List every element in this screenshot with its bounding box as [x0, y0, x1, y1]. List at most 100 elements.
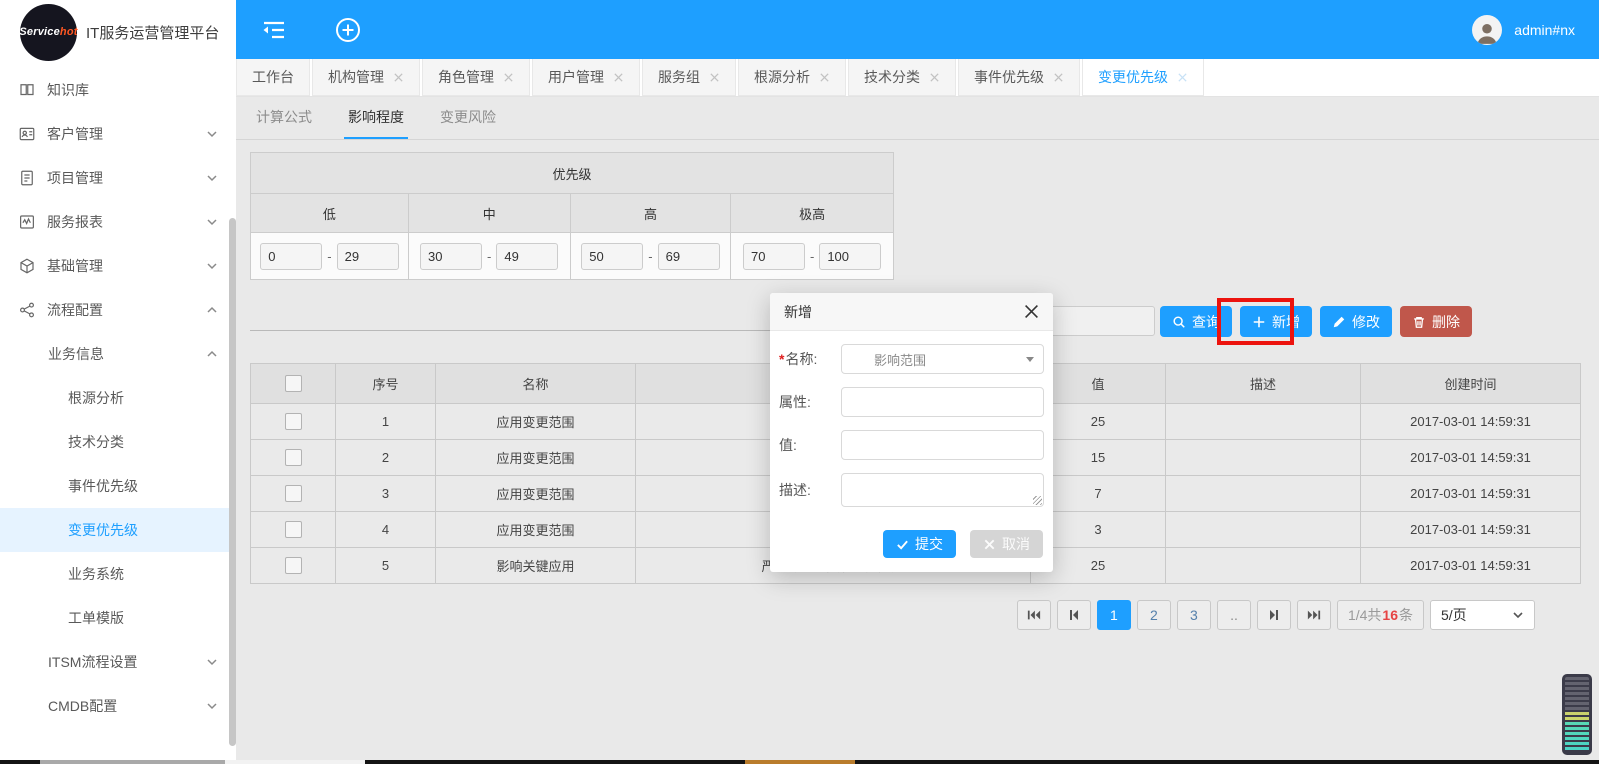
priority-level-critical: 极高	[731, 194, 894, 233]
close-icon[interactable]	[503, 72, 514, 83]
critical-max-input[interactable]	[819, 243, 881, 270]
add-button[interactable]: 新增	[1240, 306, 1312, 337]
low-min-input[interactable]	[260, 243, 322, 270]
page-button-1[interactable]: 1	[1097, 600, 1131, 630]
row-checkbox[interactable]	[285, 521, 302, 538]
cancel-button[interactable]: 取消	[970, 530, 1043, 558]
sidebar-item-tech-category[interactable]: 技术分类	[0, 420, 236, 464]
app-window: Servicehot IT服务运营管理平台 知识库 客户管理 项目管理 服务报表	[0, 0, 1599, 764]
user-area[interactable]: admin#nx	[1472, 15, 1575, 45]
low-max-input[interactable]	[337, 243, 399, 270]
tab-role-mgmt[interactable]: 角色管理	[422, 59, 530, 96]
page-size-select[interactable]: 5/页	[1430, 600, 1535, 630]
cell-name: 影响关键应用	[436, 548, 636, 584]
row-checkbox[interactable]	[285, 485, 302, 502]
chevron-down-icon	[206, 656, 218, 668]
sidebar-item-label: 业务信息	[48, 344, 104, 364]
row-checkbox[interactable]	[285, 449, 302, 466]
tab-incident-priority[interactable]: 事件优先级	[958, 59, 1080, 96]
sidebar-item-ticket-template[interactable]: 工单模版	[0, 596, 236, 640]
tab-change-priority[interactable]: 变更优先级	[1082, 59, 1204, 96]
delete-button[interactable]: 删除	[1400, 306, 1472, 337]
tab-root-cause[interactable]: 根源分析	[738, 59, 846, 96]
range-separator: -	[327, 249, 331, 264]
description-textarea[interactable]	[841, 473, 1044, 507]
select-all-checkbox[interactable]	[285, 375, 302, 392]
close-icon[interactable]	[929, 72, 940, 83]
page-ellipsis[interactable]: ..	[1217, 600, 1251, 630]
close-icon[interactable]	[819, 72, 830, 83]
tab-service-group[interactable]: 服务组	[642, 59, 736, 96]
subtab-formula[interactable]: 计算公式	[252, 97, 316, 139]
sidebar-scrollbar[interactable]	[229, 218, 236, 746]
last-page-button[interactable]	[1297, 600, 1331, 630]
sidebar-item-service-report[interactable]: 服务报表	[0, 200, 236, 244]
logo-text-service: Service	[19, 26, 60, 38]
attribute-input[interactable]	[841, 387, 1044, 417]
sidebar-item-incident-priority[interactable]: 事件优先级	[0, 464, 236, 508]
plus-icon	[1252, 315, 1266, 329]
tab-workbench[interactable]: 工作台	[236, 59, 310, 96]
sidebar-item-label: 基础管理	[47, 256, 103, 276]
row-checkbox[interactable]	[285, 413, 302, 430]
sidebar-item-label: 项目管理	[47, 168, 103, 188]
high-max-input[interactable]	[658, 243, 720, 270]
open-tabs-bar: 工作台 机构管理 角色管理 用户管理 服务组 根源分析	[236, 59, 1599, 97]
dialog-close-icon[interactable]	[1024, 304, 1039, 319]
sidebar-item-cmdb-config[interactable]: CMDB配置	[0, 684, 236, 728]
dialog-body: *名称: 影响范围 属性: 值:	[770, 331, 1053, 524]
close-icon[interactable]	[1053, 72, 1064, 83]
prev-page-button[interactable]	[1057, 600, 1091, 630]
subtab-change-risk[interactable]: 变更风险	[436, 97, 500, 139]
edit-button[interactable]: 修改	[1320, 306, 1392, 337]
close-icon[interactable]	[709, 72, 720, 83]
query-button[interactable]: 查询	[1160, 306, 1232, 337]
tab-user-mgmt[interactable]: 用户管理	[532, 59, 640, 96]
col-header-description: 描述	[1166, 364, 1361, 404]
sidebar-item-process-config[interactable]: 流程配置	[0, 288, 236, 332]
sidebar-item-business-info[interactable]: 业务信息	[0, 332, 236, 376]
add-tab-icon[interactable]	[334, 16, 362, 44]
avatar[interactable]	[1472, 15, 1502, 45]
button-label: 修改	[1352, 312, 1380, 332]
sidebar-item-business-system[interactable]: 业务系统	[0, 552, 236, 596]
sidebar-item-base-mgmt[interactable]: 基础管理	[0, 244, 236, 288]
cell-name: 应用变更范围	[436, 512, 636, 548]
medium-max-input[interactable]	[496, 243, 558, 270]
sidebar-item-change-priority[interactable]: 变更优先级	[0, 508, 236, 552]
sidebar-item-label: 事件优先级	[68, 476, 138, 496]
collapse-menu-icon[interactable]	[260, 16, 288, 44]
close-icon[interactable]	[1177, 72, 1188, 83]
sidebar-item-root-cause[interactable]: 根源分析	[0, 376, 236, 420]
submit-button[interactable]: 提交	[883, 530, 956, 558]
page-button-3[interactable]: 3	[1177, 600, 1211, 630]
cell-name: 应用变更范围	[436, 404, 636, 440]
first-page-icon	[1027, 609, 1041, 621]
close-icon[interactable]	[613, 72, 624, 83]
subtab-impact-degree[interactable]: 影响程度	[344, 97, 408, 139]
document-icon	[18, 169, 36, 187]
chevron-up-icon	[206, 348, 218, 360]
tab-tech-category[interactable]: 技术分类	[848, 59, 956, 96]
first-page-button[interactable]	[1017, 600, 1051, 630]
value-input[interactable]	[841, 430, 1044, 460]
sidebar-item-knowledge-base[interactable]: 知识库	[0, 68, 236, 112]
critical-min-input[interactable]	[743, 243, 805, 270]
row-checkbox[interactable]	[285, 557, 302, 574]
cell-description	[1166, 476, 1361, 512]
high-min-input[interactable]	[581, 243, 643, 270]
name-select[interactable]: 影响范围	[841, 344, 1044, 374]
button-label: 取消	[1002, 534, 1030, 554]
close-icon[interactable]	[393, 72, 404, 83]
col-header-index: 序号	[336, 364, 436, 404]
last-page-icon	[1307, 609, 1321, 621]
next-page-button[interactable]	[1257, 600, 1291, 630]
sidebar-item-project-mgmt[interactable]: 项目管理	[0, 156, 236, 200]
app-title: IT服务运营管理平台	[86, 22, 219, 43]
sidebar-item-customer-mgmt[interactable]: 客户管理	[0, 112, 236, 156]
tab-org-mgmt[interactable]: 机构管理	[312, 59, 420, 96]
person-icon	[1474, 19, 1500, 45]
medium-min-input[interactable]	[420, 243, 482, 270]
sidebar-item-itsm-process[interactable]: ITSM流程设置	[0, 640, 236, 684]
page-button-2[interactable]: 2	[1137, 600, 1171, 630]
